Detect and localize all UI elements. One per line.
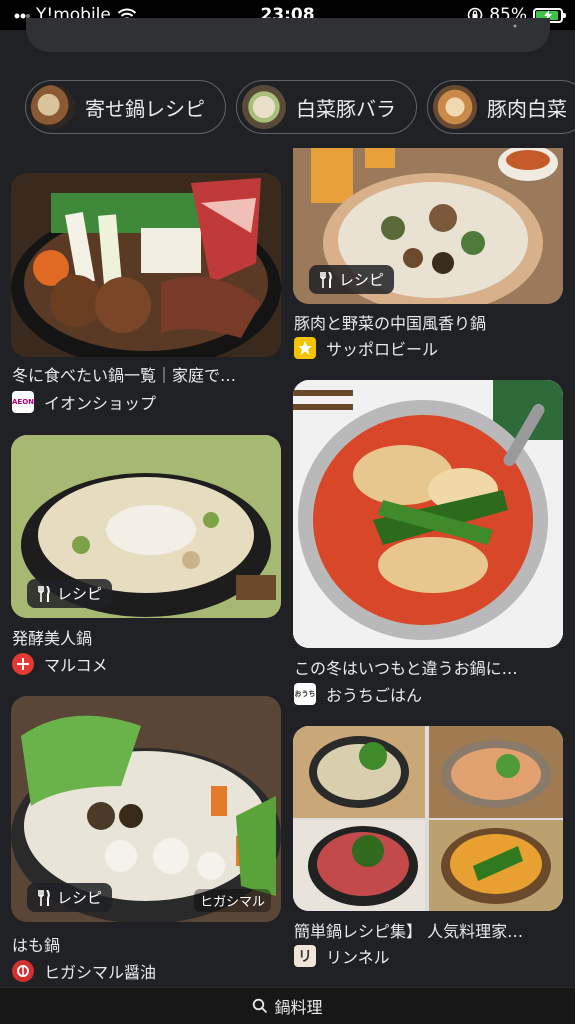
source-name: マルコメ <box>44 656 108 675</box>
chip-butaniku-hakusai[interactable]: 豚肉白菜 <box>427 80 575 134</box>
recipe-badge: レシピ <box>27 883 113 912</box>
higashimaru-favicon <box>12 960 34 982</box>
recipe-badge: レシピ <box>309 265 395 294</box>
source-name: イオンショップ <box>44 394 157 413</box>
result-image[interactable] <box>293 726 563 911</box>
chip-hakusai-butabara[interactable]: 白菜豚バラ <box>236 80 417 134</box>
result-title[interactable]: 簡単鍋レシピ集】 人気料理家… <box>294 918 562 942</box>
source-name: ヒガシマル醤油 <box>44 963 157 982</box>
result-source[interactable]: マルコメ <box>12 652 108 676</box>
more-icon[interactable] <box>512 24 518 36</box>
result-title[interactable]: 冬に食べたい鍋一覧｜家庭で… <box>12 362 280 386</box>
aeon-favicon: AEON <box>12 391 34 413</box>
fork-knife-icon <box>38 585 50 602</box>
result-source[interactable]: ヒガシマル醤油 <box>12 959 156 983</box>
search-icon <box>253 998 268 1014</box>
result-image[interactable]: レシピ ヒガシマル <box>11 696 281 922</box>
result-source[interactable]: おうち おうちごはん <box>294 682 422 706</box>
chip-label: 寄せ鍋レシピ <box>85 96 205 121</box>
result-source[interactable]: リ リンネル <box>294 944 390 968</box>
result-image[interactable]: レシピ <box>293 148 563 304</box>
search-bar[interactable] <box>26 18 550 52</box>
result-source[interactable]: AEON イオンショップ <box>12 390 156 414</box>
brand-watermark: ヒガシマル <box>193 889 271 912</box>
source-name: サッポロビール <box>326 340 439 359</box>
chip-thumbnail <box>433 85 477 129</box>
result-image[interactable] <box>11 173 281 357</box>
chip-label: 豚肉白菜 <box>487 96 567 121</box>
badge-label: レシピ <box>339 271 385 289</box>
result-title[interactable]: 発酵美人鍋 <box>12 625 280 649</box>
chip-thumbnail <box>242 85 286 129</box>
ouchi-gohan-favicon: おうち <box>294 683 316 705</box>
result-title[interactable]: この冬はいつもと違うお鍋に… <box>294 655 562 679</box>
badge-label: レシピ <box>57 889 103 907</box>
result-image[interactable] <box>293 380 563 648</box>
search-query: 鍋料理 <box>274 998 323 1017</box>
source-name: おうちごはん <box>326 686 423 705</box>
result-source[interactable]: サッポロビール <box>294 336 438 360</box>
fork-knife-icon <box>320 271 332 288</box>
marukome-favicon <box>12 653 34 675</box>
fork-knife-icon <box>38 889 50 906</box>
bottom-search-bar[interactable]: 鍋料理 <box>0 987 575 1024</box>
chip-label: 白菜豚バラ <box>296 96 396 121</box>
source-name: リンネル <box>326 948 390 967</box>
recipe-badge: レシピ <box>27 579 113 608</box>
chip-yosenabe[interactable]: 寄せ鍋レシピ <box>25 80 226 134</box>
result-image[interactable]: レシピ <box>11 435 281 618</box>
related-searches: 寄せ鍋レシピ 白菜豚バラ 豚肉白菜 <box>25 80 575 134</box>
star-favicon <box>294 337 316 359</box>
result-title[interactable]: はも鍋 <box>12 932 280 956</box>
liniere-favicon: リ <box>294 945 316 967</box>
result-title[interactable]: 豚肉と野菜の中国風香り鍋 <box>294 310 562 334</box>
badge-label: レシピ <box>57 585 103 603</box>
chip-thumbnail <box>31 85 75 129</box>
